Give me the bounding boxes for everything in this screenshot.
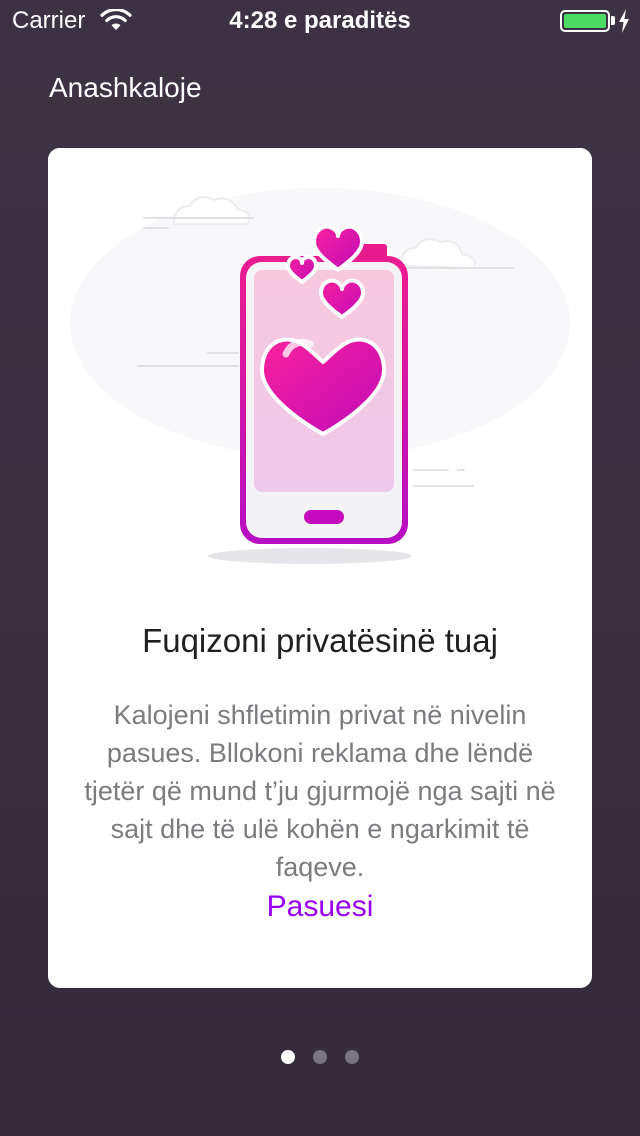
page-dot[interactable]	[345, 1050, 359, 1064]
card-title: Fuqizoni privatësinë tuaj	[142, 622, 498, 659]
page-indicator[interactable]	[0, 1050, 640, 1064]
status-time: 4:28 e paraditës	[229, 7, 411, 34]
next-link[interactable]: Pasuesi	[48, 890, 592, 924]
phone-with-hearts-illustration	[48, 148, 592, 588]
card-description: Kalojeni shfletimin privat në nivelin pa…	[84, 700, 556, 882]
page-dot[interactable]	[313, 1050, 327, 1064]
battery-level	[564, 14, 606, 28]
battery-icon	[560, 10, 610, 32]
onboarding-card: Fuqizoni privatësinë tuaj Kalojeni shfle…	[48, 148, 592, 988]
status-bar: Carrier 4:28 e paraditës	[0, 0, 640, 40]
charging-bolt-icon	[619, 9, 629, 33]
page-dot[interactable]	[281, 1050, 295, 1064]
battery-tip	[611, 16, 615, 25]
skip-button[interactable]: Anashkaloje	[49, 72, 202, 104]
